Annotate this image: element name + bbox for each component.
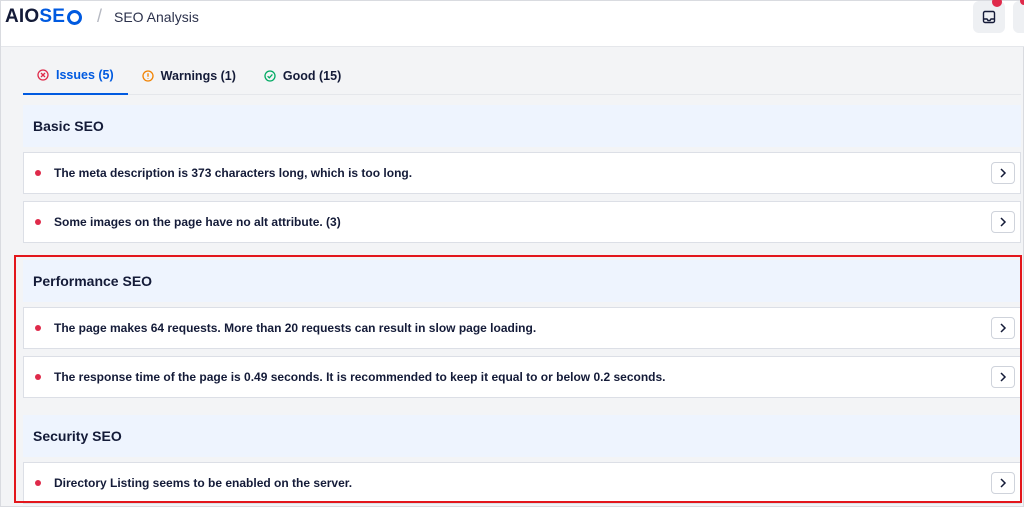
account-button[interactable]	[1013, 1, 1024, 33]
expand-button[interactable]	[991, 211, 1015, 233]
expand-button[interactable]	[991, 472, 1015, 494]
chevron-right-icon	[1000, 323, 1007, 333]
breadcrumb-separator: /	[97, 6, 103, 26]
x-circle-icon	[37, 69, 49, 81]
aioseo-logo[interactable]: AIO SE	[5, 6, 83, 28]
issue-item[interactable]: The meta description is 373 characters l…	[23, 152, 1021, 194]
expand-button[interactable]	[991, 366, 1015, 388]
section-basic-seo: Basic SEO	[23, 105, 1021, 147]
section-performance-seo: Performance SEO	[23, 260, 1021, 302]
gear-icon	[67, 9, 83, 25]
page-title: SEO Analysis	[114, 9, 199, 25]
top-bar: AIO SE / SEO Analysis	[1, 0, 1024, 47]
issue-dot-icon	[35, 219, 41, 225]
chevron-right-icon	[1000, 168, 1007, 178]
issue-item[interactable]: Some images on the page have no alt attr…	[23, 201, 1021, 243]
tab-warnings[interactable]: Warnings (1)	[128, 57, 250, 95]
chevron-right-icon	[1000, 478, 1007, 488]
info-circle-icon	[142, 70, 154, 82]
expand-button[interactable]	[991, 162, 1015, 184]
issue-item[interactable]: The response time of the page is 0.49 se…	[23, 356, 1021, 398]
tab-issues[interactable]: Issues (5)	[23, 57, 128, 95]
section-security-seo: Security SEO	[23, 415, 1021, 457]
issue-dot-icon	[35, 374, 41, 380]
issue-dot-icon	[35, 325, 41, 331]
issue-item[interactable]: The page makes 64 requests. More than 20…	[23, 307, 1021, 349]
issue-dot-icon	[35, 170, 41, 176]
tab-good[interactable]: Good (15)	[250, 57, 355, 95]
check-circle-icon	[264, 70, 276, 82]
chevron-right-icon	[1000, 217, 1007, 227]
chevron-right-icon	[1000, 372, 1007, 382]
expand-button[interactable]	[991, 317, 1015, 339]
app-frame: AIO SE / SEO Analysis Issues (5) Warning…	[0, 0, 1024, 507]
issue-dot-icon	[35, 480, 41, 486]
issue-item[interactable]: Directory Listing seems to be enabled on…	[23, 462, 1021, 504]
analysis-tabs: Issues (5) Warnings (1) Good (15)	[23, 57, 1021, 95]
inbox-icon	[982, 10, 996, 24]
